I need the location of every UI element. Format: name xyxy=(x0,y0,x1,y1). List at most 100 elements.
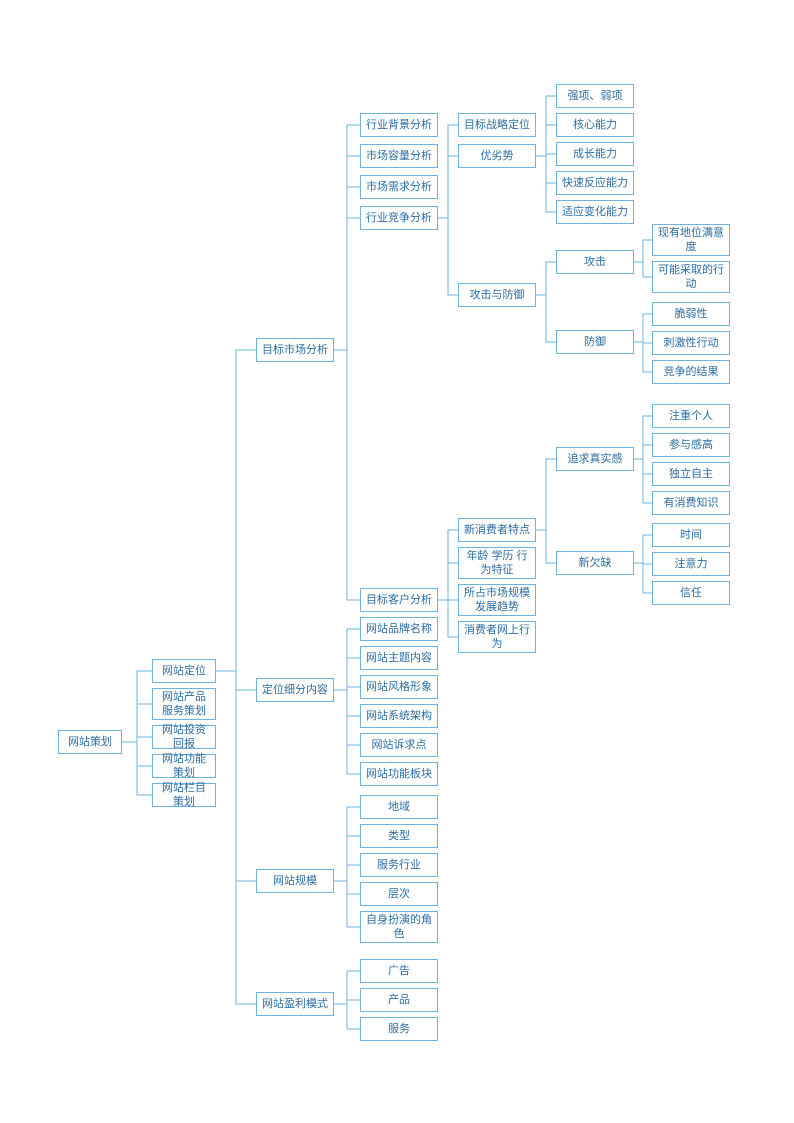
node-l4f: 所占市场规模 发展趋势 xyxy=(458,584,536,616)
node-l1b: 网站产品服务策划 xyxy=(152,688,216,720)
edge-l4c-ao1 xyxy=(536,262,556,295)
edge-l4b-ad4 xyxy=(536,156,556,183)
node-pr1: 广告 xyxy=(360,959,438,983)
edge-ao1-atk1 xyxy=(634,240,652,262)
edge-l2b-def3 xyxy=(334,687,360,690)
edge-l2b-def5 xyxy=(334,690,360,745)
node-def5: 网站诉求点 xyxy=(360,733,438,757)
node-nl2: 注意力 xyxy=(652,552,730,576)
edge-l2d-pr2 xyxy=(334,1000,360,1004)
edge-l3e-l4g xyxy=(438,600,458,637)
edge-ao2-dfn1 xyxy=(634,314,652,342)
node-ao1: 攻击 xyxy=(556,250,634,274)
edge-l3e-l4d xyxy=(438,530,458,600)
node-l1a: 网站定位 xyxy=(152,659,216,683)
node-pr2: 产品 xyxy=(360,988,438,1012)
edge-l2d-pr3 xyxy=(334,1004,360,1029)
edge-l2b-def1 xyxy=(334,629,360,690)
edge-ncf1-nr3 xyxy=(634,459,652,474)
node-l4c: 攻击与防御 xyxy=(458,283,536,307)
node-def2: 网站主题内容 xyxy=(360,646,438,670)
node-ad4: 快速反应能力 xyxy=(556,171,634,195)
edge-l1a-l2a xyxy=(216,350,256,671)
node-pr3: 服务 xyxy=(360,1017,438,1041)
node-ao2: 防御 xyxy=(556,330,634,354)
edge-l4b-ad1 xyxy=(536,96,556,156)
node-sc1: 地域 xyxy=(360,795,438,819)
node-dfn3: 竞争的结果 xyxy=(652,360,730,384)
node-def6: 网站功能板块 xyxy=(360,762,438,786)
edge-l4b-ad2 xyxy=(536,125,556,156)
node-l3c: 市场需求分析 xyxy=(360,175,438,199)
node-ad2: 核心能力 xyxy=(556,113,634,137)
node-ad1: 强项、弱项 xyxy=(556,84,634,108)
node-l1c: 网站投资回报 xyxy=(152,725,216,749)
edge-l2b-def4 xyxy=(334,690,360,716)
node-ncf1: 追求真实感 xyxy=(556,447,634,471)
edge-l3e-l4e xyxy=(438,563,458,600)
edge-l4c-ao2 xyxy=(536,295,556,342)
node-l4b: 优劣势 xyxy=(458,144,536,168)
edge-ncf1-nr1 xyxy=(634,416,652,459)
edge-ncf2-nl3 xyxy=(634,563,652,593)
edge-l3d-l4b xyxy=(438,156,458,218)
node-nl3: 信任 xyxy=(652,581,730,605)
edge-l4b-ad3 xyxy=(536,154,556,156)
edge-l2b-def6 xyxy=(334,690,360,774)
node-l3a: 行业背景分析 xyxy=(360,113,438,137)
node-l3d: 行业竞争分析 xyxy=(360,206,438,230)
node-l2a: 目标市场分析 xyxy=(256,338,334,362)
edge-l4d-ncf2 xyxy=(536,530,556,563)
edge-root-l1d xyxy=(122,742,152,766)
edge-ncf1-nr2 xyxy=(634,445,652,459)
node-l4e: 年龄 学历 行为特征 xyxy=(458,547,536,579)
node-nr2: 参与感高 xyxy=(652,433,730,457)
node-ad5: 适应变化能力 xyxy=(556,200,634,224)
edge-ncf1-nr4 xyxy=(634,459,652,503)
node-l2d: 网站盈利模式 xyxy=(256,992,334,1016)
node-sc2: 类型 xyxy=(360,824,438,848)
node-sc4: 层次 xyxy=(360,882,438,906)
node-l4g: 消费者网上行为 xyxy=(458,621,536,653)
edge-l1a-l2c xyxy=(216,671,256,881)
edge-l2c-sc1 xyxy=(334,807,360,881)
edge-l2d-pr1 xyxy=(334,971,360,1004)
edge-l2a-l3b xyxy=(334,156,360,350)
node-l3b: 市场容量分析 xyxy=(360,144,438,168)
node-atk1: 现有地位满意度 xyxy=(652,224,730,256)
node-ad3: 成长能力 xyxy=(556,142,634,166)
node-l1d: 网站功能策划 xyxy=(152,754,216,778)
edge-root-l1b xyxy=(122,704,152,742)
node-nr4: 有消费知识 xyxy=(652,491,730,515)
node-def4: 网站系统架构 xyxy=(360,704,438,728)
node-nr3: 独立自主 xyxy=(652,462,730,486)
node-sc3: 服务行业 xyxy=(360,853,438,877)
tree-diagram: 网站策划网站定位网站产品服务策划网站投资回报网站功能策划网站栏目策划目标市场分析… xyxy=(0,0,794,1123)
edge-l2a-l3d xyxy=(334,218,360,350)
edge-l4b-ad5 xyxy=(536,156,556,212)
edge-l2c-sc5 xyxy=(334,881,360,927)
edge-l1a-l2b xyxy=(216,671,256,690)
edge-root-l1c xyxy=(122,737,152,742)
edge-l2a-l3a xyxy=(334,125,360,350)
edge-l2c-sc3 xyxy=(334,865,360,881)
edge-ao2-dfn2 xyxy=(634,342,652,343)
edge-ao1-atk2 xyxy=(634,262,652,277)
edge-root-l1e xyxy=(122,742,152,795)
node-l4a: 目标战略定位 xyxy=(458,113,536,137)
node-root: 网站策划 xyxy=(58,730,122,754)
edge-root-l1a xyxy=(122,671,152,742)
edge-l2a-l3e xyxy=(334,350,360,600)
edge-l1a-l2d xyxy=(216,671,256,1004)
edge-ncf2-nl1 xyxy=(634,535,652,563)
node-l4d: 新消费者特点 xyxy=(458,518,536,542)
edge-l4d-ncf1 xyxy=(536,459,556,530)
node-l2c: 网站规模 xyxy=(256,869,334,893)
edge-l2b-def2 xyxy=(334,658,360,690)
node-nr1: 注重个人 xyxy=(652,404,730,428)
node-l2b: 定位细分内容 xyxy=(256,678,334,702)
edge-ao2-dfn3 xyxy=(634,342,652,372)
edge-ncf2-nl2 xyxy=(634,563,652,564)
edge-l2a-l3c xyxy=(334,187,360,350)
node-atk2: 可能采取的行动 xyxy=(652,261,730,293)
